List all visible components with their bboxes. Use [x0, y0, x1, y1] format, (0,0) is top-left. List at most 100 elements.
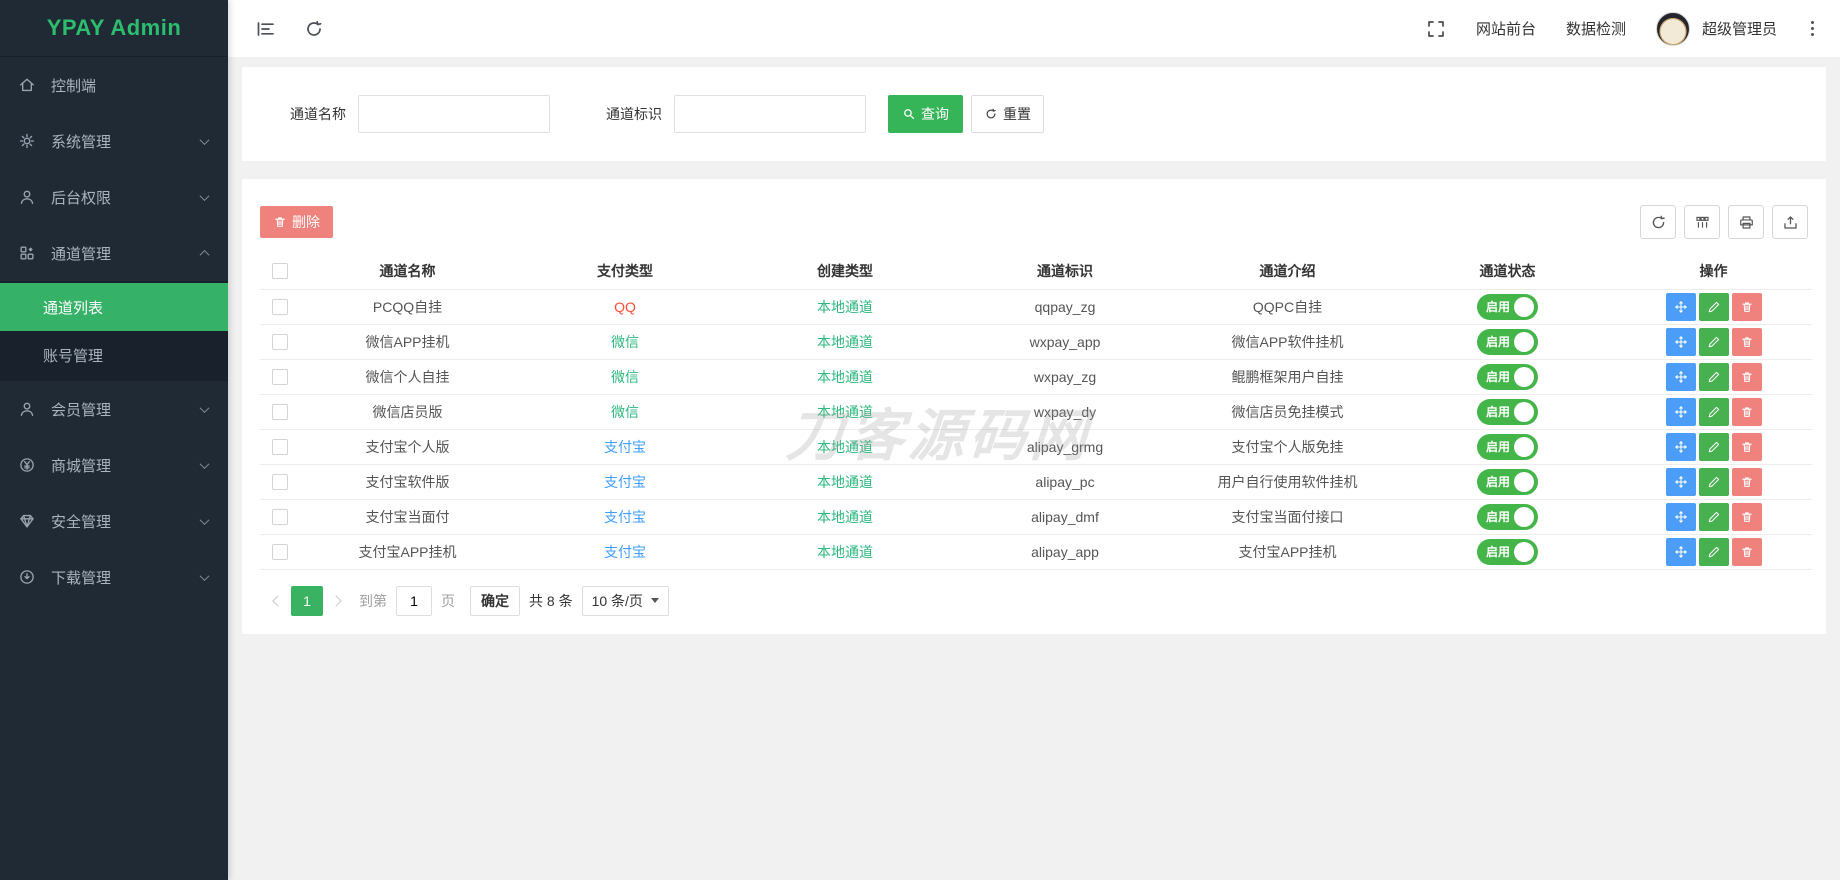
sidebar-item-label: 后台权限 [51, 189, 112, 207]
table-panel: 刀客源码网 删除 通道名称 支付类型 创建类型 通道标识 通道介绍 通道状态 操… [242, 179, 1826, 634]
more-menu-icon[interactable] [1807, 17, 1818, 40]
sidebar-subitem-账号管理[interactable]: 账号管理 [0, 331, 228, 379]
cell-channel-desc: 微信店员免挂模式 [1175, 394, 1400, 430]
move-row-button[interactable] [1665, 537, 1696, 566]
edit-row-button[interactable] [1698, 292, 1729, 321]
status-toggle[interactable]: 启用 [1476, 538, 1538, 565]
next-page-icon[interactable] [330, 594, 342, 607]
edit-row-button[interactable] [1698, 537, 1729, 566]
row-checkbox[interactable] [272, 334, 288, 351]
site-front-link[interactable]: 网站前台 [1476, 18, 1536, 39]
sidebar-item-控制端[interactable]: 控制端 [0, 57, 228, 113]
status-label: 启用 [1485, 510, 1510, 524]
user-menu[interactable]: 超级管理员 [1655, 11, 1777, 46]
table-columns-button[interactable] [1684, 205, 1720, 239]
column-header-创建类型: 创建类型 [735, 253, 955, 290]
caret-down-icon [650, 598, 659, 603]
move-row-button[interactable] [1665, 362, 1696, 391]
toggle-knob-icon [1514, 296, 1534, 317]
sidebar-item-会员管理[interactable]: 会员管理 [0, 381, 228, 437]
content: 通道名称 通道标识 查询 重置 刀客源码网 删除 通道名称 支付类型 创建类型 … [228, 57, 1840, 880]
edit-row-button[interactable] [1698, 432, 1729, 461]
delete-row-button[interactable] [1731, 467, 1762, 496]
table-row: 支付宝软件版 支付宝 本地通道 alipay_pc 用户自行使用软件挂机 启用 [260, 464, 1812, 500]
cell-pay-type: 支付宝 [515, 464, 735, 500]
sidebar-item-通道管理[interactable]: 通道管理 [0, 225, 228, 281]
prev-page-icon[interactable] [272, 594, 284, 607]
row-checkbox[interactable] [272, 544, 288, 561]
row-checkbox[interactable] [272, 404, 288, 421]
search-icon [904, 109, 915, 120]
move-icon [1674, 300, 1688, 314]
move-row-button[interactable] [1665, 467, 1696, 496]
move-row-button[interactable] [1665, 432, 1696, 461]
goto-page-input[interactable] [396, 585, 432, 616]
refresh-page-icon[interactable] [304, 19, 324, 39]
select-all-checkbox[interactable] [272, 263, 288, 280]
status-toggle[interactable]: 启用 [1476, 363, 1538, 390]
delete-selected-button[interactable]: 删除 [260, 206, 333, 238]
status-toggle[interactable]: 启用 [1476, 398, 1538, 425]
move-row-button[interactable] [1665, 502, 1696, 531]
edit-row-button[interactable] [1698, 467, 1729, 496]
move-row-button[interactable] [1665, 327, 1696, 356]
delete-row-button[interactable] [1731, 502, 1762, 531]
table-print-button[interactable] [1728, 205, 1764, 239]
chevron-down-icon [199, 514, 210, 525]
sidebar-item-安全管理[interactable]: 安全管理 [0, 493, 228, 549]
channel-code-input[interactable] [674, 95, 866, 133]
delete-row-button[interactable] [1731, 537, 1762, 566]
delete-row-button[interactable] [1731, 432, 1762, 461]
cell-create-type: 本地通道 [735, 394, 955, 430]
cell-channel-code: alipay_app [955, 534, 1175, 570]
row-checkbox[interactable] [272, 369, 288, 386]
query-button[interactable]: 查询 [888, 95, 963, 133]
status-toggle[interactable]: 启用 [1476, 503, 1538, 530]
edit-row-button[interactable] [1698, 397, 1729, 426]
row-checkbox[interactable] [272, 299, 288, 316]
cell-channel-code: qqpay_zg [955, 289, 1175, 325]
edit-icon [1707, 510, 1721, 524]
status-toggle[interactable]: 启用 [1476, 433, 1538, 460]
cell-pay-type: 微信 [515, 394, 735, 430]
status-toggle[interactable]: 启用 [1476, 293, 1538, 320]
page-number-1[interactable]: 1 [291, 585, 323, 616]
delete-row-button[interactable] [1731, 327, 1762, 356]
table-refresh-button[interactable] [1640, 205, 1676, 239]
sidebar-item-后台权限[interactable]: 后台权限 [0, 169, 228, 225]
goto-confirm-button[interactable]: 确定 [470, 585, 520, 616]
channel-name-input[interactable] [358, 95, 550, 133]
row-checkbox[interactable] [272, 439, 288, 456]
data-check-link[interactable]: 数据检测 [1566, 18, 1626, 39]
move-row-button[interactable] [1665, 292, 1696, 321]
delete-row-button[interactable] [1731, 397, 1762, 426]
status-toggle[interactable]: 启用 [1476, 328, 1538, 355]
fullscreen-icon[interactable] [1426, 19, 1446, 39]
delete-row-button[interactable] [1731, 362, 1762, 391]
row-checkbox[interactable] [272, 474, 288, 491]
trash-icon [275, 217, 285, 227]
reset-button[interactable]: 重置 [971, 95, 1044, 133]
cell-create-type: 本地通道 [735, 324, 955, 360]
move-row-button[interactable] [1665, 397, 1696, 426]
cell-channel-code: wxpay_app [955, 324, 1175, 360]
table-export-button[interactable] [1772, 205, 1808, 239]
row-checkbox[interactable] [272, 509, 288, 526]
status-toggle[interactable]: 启用 [1476, 468, 1538, 495]
toggle-knob-icon [1514, 471, 1534, 492]
chevron-down-icon [199, 570, 210, 581]
delete-row-button[interactable] [1731, 292, 1762, 321]
edit-row-button[interactable] [1698, 502, 1729, 531]
edit-row-button[interactable] [1698, 327, 1729, 356]
cell-channel-code: wxpay_zg [955, 359, 1175, 395]
sidebar-item-商城管理[interactable]: 商城管理 [0, 437, 228, 493]
chevron-down-icon [199, 458, 210, 469]
sidebar-subitem-通道列表[interactable]: 通道列表 [0, 283, 228, 331]
sidebar-item-下载管理[interactable]: 下载管理 [0, 549, 228, 605]
edit-row-button[interactable] [1698, 362, 1729, 391]
page-size-select[interactable]: 10 条/页 [581, 585, 669, 616]
collapse-menu-icon[interactable] [256, 19, 276, 39]
cell-create-type: 本地通道 [735, 499, 955, 535]
sidebar-item-系统管理[interactable]: 系统管理 [0, 113, 228, 169]
status-label: 启用 [1485, 545, 1510, 559]
